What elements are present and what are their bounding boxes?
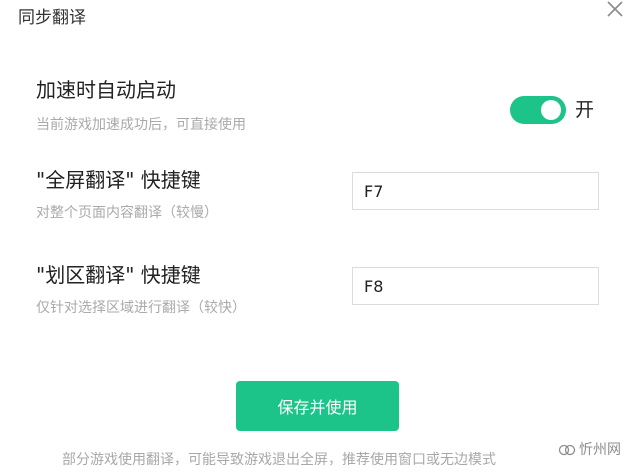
toggle-state-label: 开	[575, 99, 595, 121]
dialog-title: 同步翻译	[18, 8, 86, 28]
watermark-logo-icon	[558, 442, 576, 458]
fullscreen-hotkey-input[interactable]	[352, 172, 599, 210]
save-and-use-button[interactable]: 保存并使用	[236, 381, 399, 431]
region-translate-title: "划区翻译" 快捷键	[36, 263, 201, 287]
fullscreen-translate-subtitle: 对整个页面内容翻译（较慢）	[36, 205, 218, 221]
toggle-knob	[541, 100, 561, 120]
region-hotkey-input[interactable]	[352, 267, 599, 305]
close-icon	[607, 1, 623, 17]
auto-start-title: 加速时自动启动	[36, 78, 176, 102]
close-button[interactable]	[601, 0, 627, 22]
fullscreen-translate-title: "全屏翻译" 快捷键	[36, 168, 201, 192]
sync-translate-dialog: 同步翻译 加速时自动启动 当前游戏加速成功后，可直接使用 开 "全屏翻译" 快捷…	[0, 0, 640, 476]
watermark-text: 忻州网	[579, 442, 621, 458]
auto-start-toggle[interactable]	[510, 96, 566, 124]
watermark: 忻州网	[558, 440, 621, 460]
auto-start-subtitle: 当前游戏加速成功后，可直接使用	[36, 117, 246, 133]
region-translate-subtitle: 仅针对选择区域进行翻译（较快）	[36, 300, 246, 316]
footnote-text: 部分游戏使用翻译，可能导致游戏退出全屏，推荐使用窗口或无边模式	[62, 452, 496, 468]
